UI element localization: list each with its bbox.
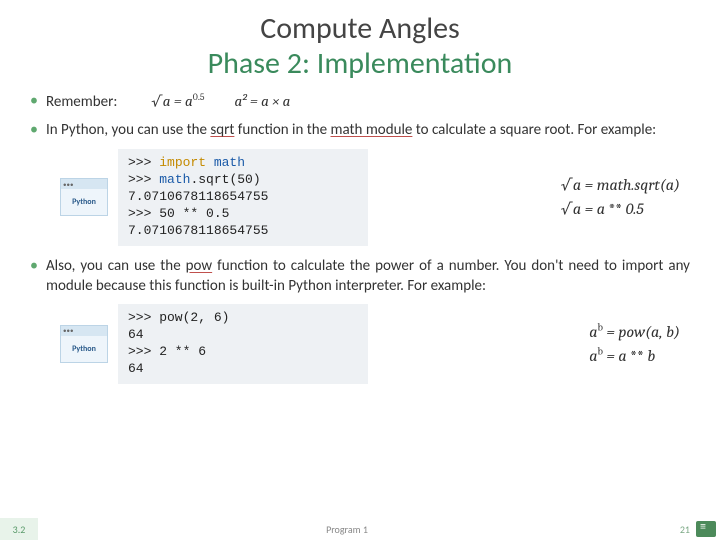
bullet-dot-icon: • [30,256,38,277]
logo-icon [696,521,716,537]
code-row-1: ••• Python >>> import math >>> math.sqrt… [60,149,690,245]
title-line-2: Phase 2: Implementation [30,47,690,82]
python-icon: ••• Python [60,178,108,216]
section-number: 3.2 [0,518,38,540]
code-block-2: >>> pow(2, 6) 64 >>> 2 ** 6 64 [118,304,368,384]
page-number: 21 [656,523,696,536]
remember-label: Remember: [46,93,117,111]
title-line-1: Compute Angles [30,12,690,47]
code-block-1: >>> import math >>> math.sqrt(50) 7.0710… [118,149,368,245]
python-icon: ••• Python [60,325,108,363]
math-sqrt-box: √a = math.sqrt(a) √a = a ** 0.5 [561,173,690,221]
slide-title: Compute Angles Phase 2: Implementation [30,12,690,81]
footer: 3.2 Program 1 21 [0,518,720,540]
pow-text: Also, you can use the pow function to ca… [46,256,690,297]
bullet-pow: • Also, you can use the pow function to … [30,256,690,297]
bullet-remember: • Remember: √a = a0.5 a² = a × a [30,91,690,112]
program-label: Program 1 [38,523,656,536]
formula-pow: ab = pow(a, b) [589,320,680,344]
bullet-sqrt: • In Python, you can use the sqrt functi… [30,120,690,141]
bullet-dot-icon: • [30,120,38,141]
slide: Compute Angles Phase 2: Implementation •… [0,0,720,540]
math-pow-box: ab = pow(a, b) ab = a ** b [589,320,690,368]
formula-math-sqrt: √a = math.sqrt(a) [561,173,680,197]
sqrt-text: In Python, you can use the sqrt function… [46,120,690,140]
formula-star-sqrt: √a = a ** 0.5 [561,197,680,221]
formula-sqrt: √a = a0.5 [151,91,204,111]
formula-square: a² = a × a [234,91,290,111]
code-row-2: ••• Python >>> pow(2, 6) 64 >>> 2 ** 6 6… [60,304,690,384]
formula-star-pow: ab = a ** b [589,344,680,368]
bullet-dot-icon: • [30,91,38,112]
